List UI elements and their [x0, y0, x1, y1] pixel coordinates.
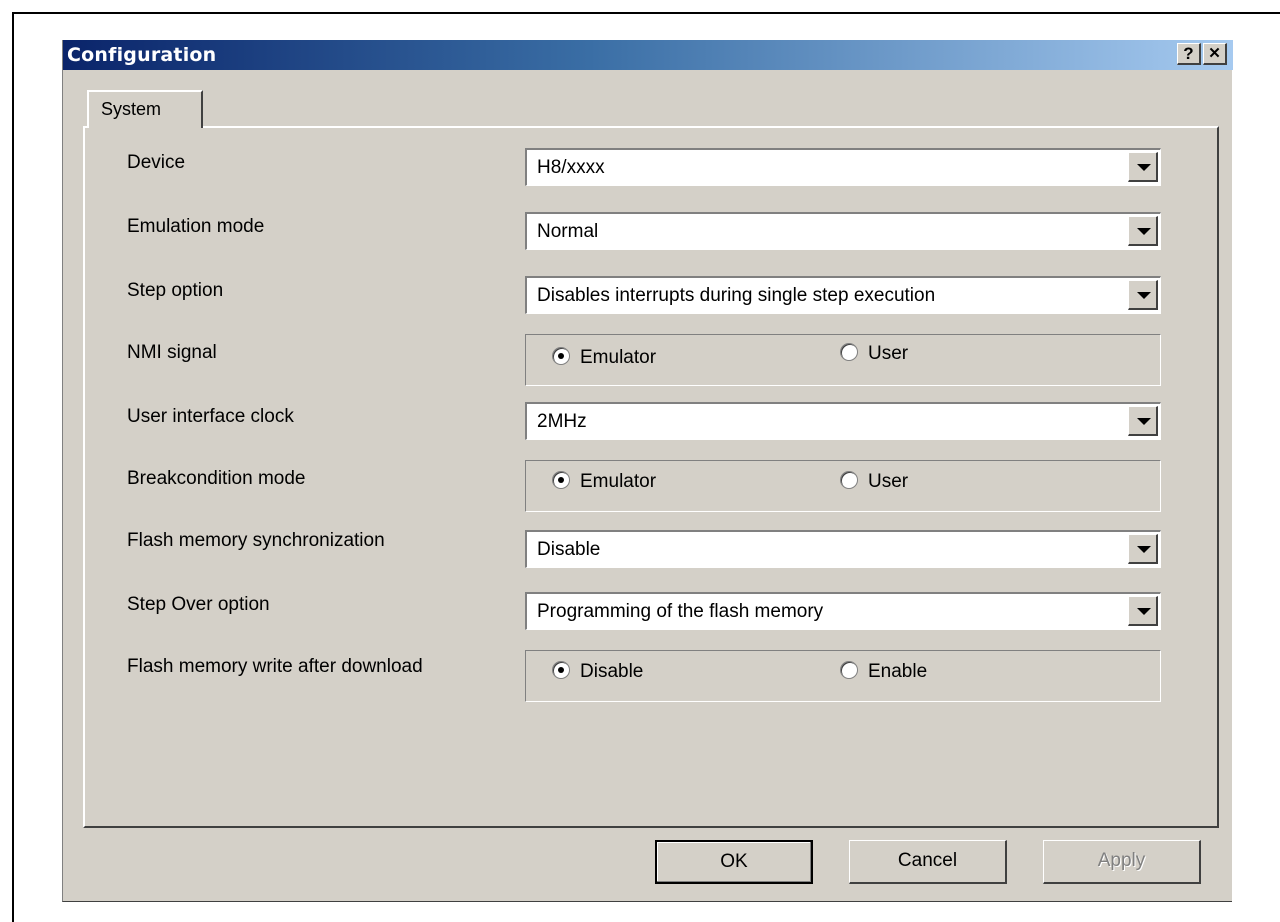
device-value: H8/xxxx [537, 157, 605, 178]
title-bar[interactable]: Configuration ? ✕ [63, 40, 1233, 70]
emulation-mode-value: Normal [537, 221, 599, 242]
nmi-user-radio[interactable]: User [840, 343, 908, 365]
user-interface-clock-combo[interactable]: 2MHz [525, 402, 1161, 440]
chevron-down-icon[interactable] [1128, 152, 1158, 182]
radio-selected-icon [552, 661, 570, 679]
break-user-label: User [868, 471, 909, 492]
cancel-button[interactable]: Cancel [849, 840, 1007, 884]
device-label: Device [127, 152, 186, 173]
chevron-down-icon[interactable] [1128, 216, 1158, 246]
user-interface-clock-value: 2MHz [537, 411, 587, 432]
chevron-down-icon[interactable] [1128, 406, 1158, 436]
step-over-option-combo[interactable]: Programming of the flash memory [525, 592, 1161, 630]
help-button[interactable]: ? [1177, 43, 1201, 65]
flash-write-disable-radio[interactable]: Disable [552, 661, 643, 683]
user-interface-clock-label: User interface clock [127, 406, 294, 427]
device-combo[interactable]: H8/xxxx [525, 148, 1161, 186]
flash-write-enable-label: Enable [868, 661, 928, 682]
step-option-label: Step option [127, 280, 224, 301]
flash-write-disable-label: Disable [580, 661, 644, 682]
radio-selected-icon [552, 347, 570, 365]
flash-write-group: Disable Enable [525, 650, 1161, 702]
emulation-mode-combo[interactable]: Normal [525, 212, 1161, 250]
break-emulator-radio[interactable]: Emulator [552, 471, 656, 493]
breakcondition-mode-group: Emulator User [525, 460, 1161, 512]
radio-selected-icon [552, 471, 570, 489]
flash-write-enable-radio[interactable]: Enable [840, 661, 927, 683]
nmi-emulator-label: Emulator [580, 347, 657, 368]
step-over-option-value: Programming of the flash memory [537, 601, 824, 622]
close-button[interactable]: ✕ [1203, 43, 1227, 65]
radio-unselected-icon [840, 343, 858, 361]
flash-sync-combo[interactable]: Disable [525, 530, 1161, 568]
flash-sync-label: Flash memory synchronization [127, 530, 385, 551]
break-emulator-label: Emulator [580, 471, 657, 492]
tab-system-label: System [101, 99, 162, 119]
chevron-down-icon[interactable] [1128, 280, 1158, 310]
chevron-down-icon[interactable] [1128, 534, 1158, 564]
configuration-dialog: Configuration ? ✕ System Device H8/xxxx … [62, 40, 1233, 902]
apply-button[interactable]: Apply [1043, 840, 1201, 884]
step-option-combo[interactable]: Disables interrupts during single step e… [525, 276, 1161, 314]
breakcondition-mode-label: Breakcondition mode [127, 468, 306, 489]
radio-unselected-icon [840, 471, 858, 489]
emulation-mode-label: Emulation mode [127, 216, 265, 237]
window-title: Configuration [67, 44, 217, 66]
tab-system[interactable]: System [87, 90, 203, 128]
nmi-signal-group: Emulator User [525, 334, 1161, 386]
flash-sync-value: Disable [537, 539, 601, 560]
ok-button[interactable]: OK [655, 840, 813, 884]
flash-write-label: Flash memory write after download [127, 656, 423, 677]
nmi-signal-label: NMI signal [127, 342, 217, 363]
step-option-value: Disables interrupts during single step e… [537, 285, 936, 306]
break-user-radio[interactable]: User [840, 471, 908, 493]
nmi-user-label: User [868, 343, 909, 364]
step-over-option-label: Step Over option [127, 594, 270, 615]
nmi-emulator-radio[interactable]: Emulator [552, 347, 656, 369]
chevron-down-icon[interactable] [1128, 596, 1158, 626]
radio-unselected-icon [840, 661, 858, 679]
